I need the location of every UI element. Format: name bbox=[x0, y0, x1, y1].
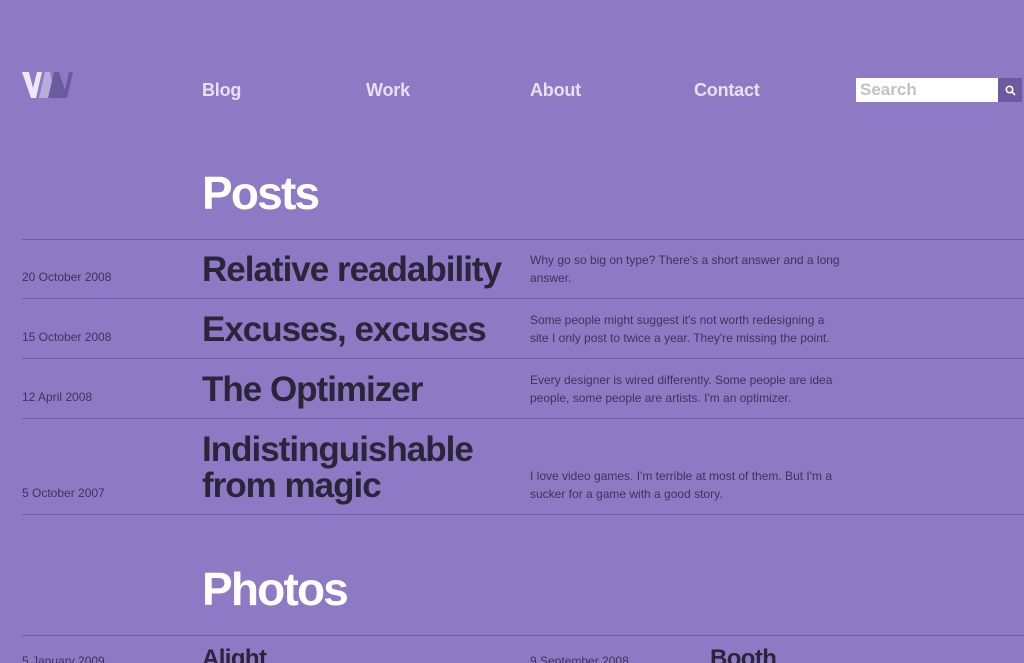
site-logo[interactable] bbox=[22, 70, 74, 100]
post-title-link[interactable]: Relative readability bbox=[202, 252, 532, 288]
photo-date: 5 January 2009 bbox=[22, 654, 105, 663]
divider bbox=[22, 514, 1024, 515]
post-summary: Why go so big on type? There's a short a… bbox=[530, 253, 840, 285]
post-title-link[interactable]: Excuses, excuses bbox=[202, 312, 522, 348]
nav-contact-link[interactable]: Contact bbox=[694, 80, 760, 101]
post-date: 20 October 2008 bbox=[22, 270, 112, 284]
divider bbox=[22, 418, 1024, 419]
divider bbox=[22, 298, 1024, 299]
photos-heading: Photos bbox=[202, 563, 349, 615]
search-input[interactable] bbox=[856, 78, 998, 102]
magnifier-icon bbox=[1004, 84, 1016, 96]
search-button[interactable] bbox=[998, 78, 1022, 102]
divider bbox=[22, 239, 1024, 240]
page: Blog Work About Contact Posts 20 October… bbox=[0, 0, 1024, 663]
photo-title-link[interactable]: Alight bbox=[202, 645, 267, 663]
post-summary: Every designer is wired differently. Som… bbox=[530, 373, 833, 405]
post-date: 15 October 2008 bbox=[22, 330, 112, 344]
post-title-link[interactable]: The Optimizer bbox=[202, 372, 522, 408]
post-title-link[interactable]: Indistinguishable from magic bbox=[202, 432, 502, 504]
photo-title-link[interactable]: Booth bbox=[710, 645, 777, 663]
nav-about-link[interactable]: About bbox=[530, 80, 581, 101]
post-date: 5 October 2007 bbox=[22, 486, 105, 500]
divider bbox=[22, 635, 1024, 636]
nav-blog-link[interactable]: Blog bbox=[202, 80, 241, 101]
post-date: 12 April 2008 bbox=[22, 390, 93, 404]
post-summary: I love video games. I'm terrible at most… bbox=[530, 469, 833, 501]
photo-date: 9 September 2008 bbox=[530, 654, 629, 663]
nav-work-link[interactable]: Work bbox=[366, 80, 410, 101]
posts-heading: Posts bbox=[202, 167, 320, 219]
post-summary: Some people might suggest it's not worth… bbox=[530, 313, 830, 345]
divider bbox=[22, 358, 1024, 359]
